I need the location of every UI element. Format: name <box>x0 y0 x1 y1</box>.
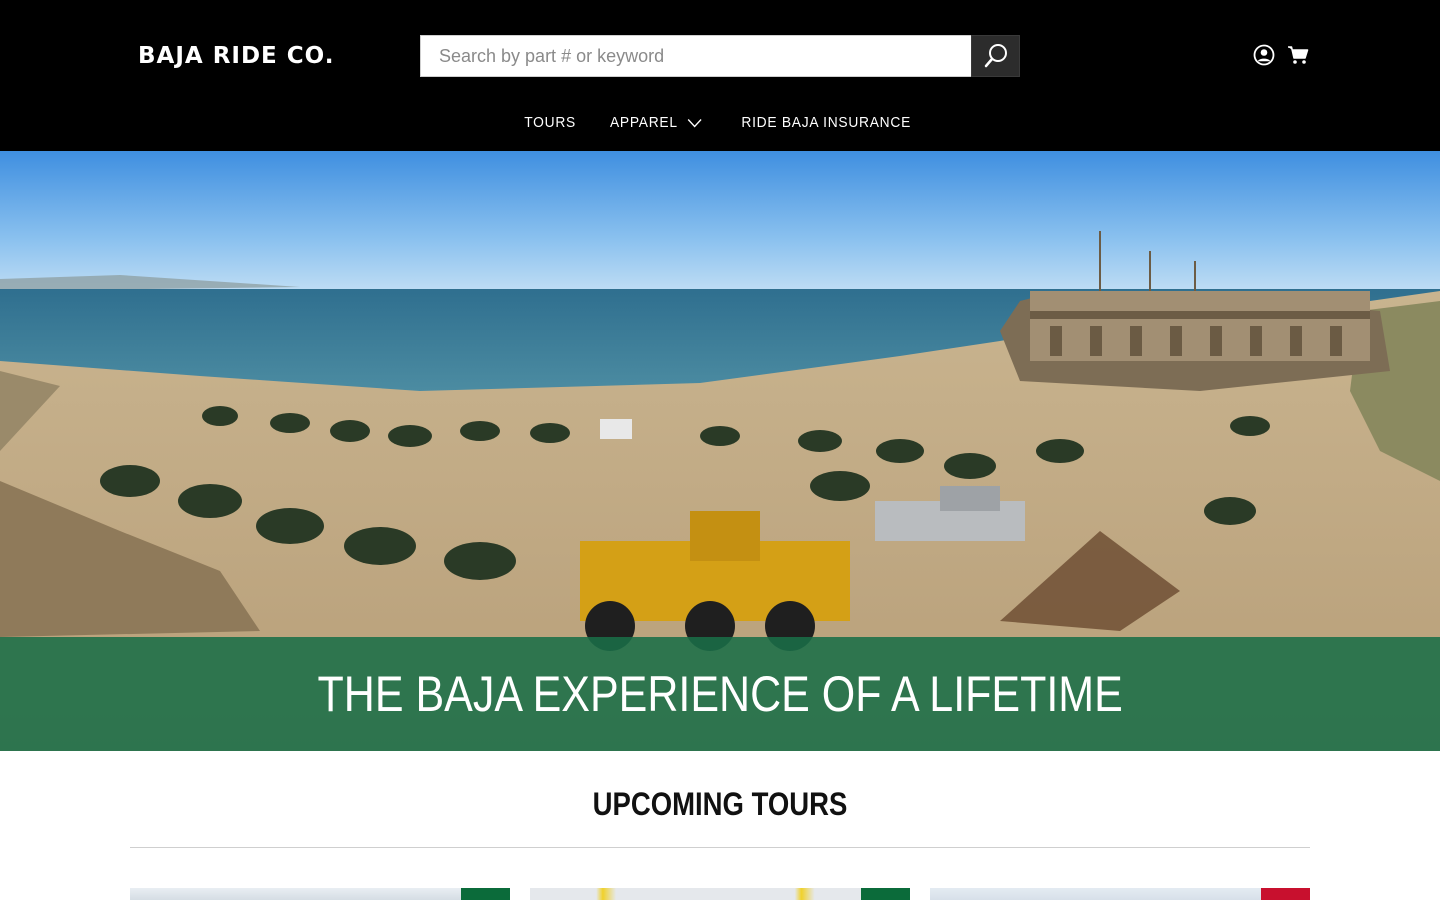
nav-item-label: APPAREL <box>610 114 678 131</box>
site-header: BAJA RIDE CO. TOURS <box>0 0 1440 151</box>
tour-card[interactable] <box>930 888 1310 900</box>
nav-item-tours[interactable]: TOURS <box>511 108 588 138</box>
header-icons <box>1252 43 1310 67</box>
logo[interactable]: BAJA RIDE CO. <box>138 42 334 70</box>
nav-item-label: RIDE BAJA INSURANCE <box>741 114 911 131</box>
search-input[interactable] <box>420 35 971 77</box>
section-divider <box>130 847 1310 848</box>
search-icon <box>984 44 1007 68</box>
tour-card[interactable] <box>130 888 510 900</box>
tour-card-flag <box>461 888 510 900</box>
user-circle-icon <box>1253 44 1275 66</box>
tour-card-image <box>130 888 461 900</box>
cart-button[interactable] <box>1286 43 1310 67</box>
tour-card[interactable] <box>530 888 910 900</box>
nav-item-label: TOURS <box>524 114 576 131</box>
tour-card-image <box>930 888 1261 900</box>
hero-title-band: THE BAJA EXPERIENCE OF A LIFETIME <box>0 637 1440 751</box>
search-bar <box>420 35 1020 77</box>
hero-banner: THE BAJA EXPERIENCE OF A LIFETIME <box>0 151 1440 751</box>
section-title: UPCOMING TOURS <box>592 786 848 822</box>
search-button[interactable] <box>971 35 1020 77</box>
chevron-down-icon <box>687 118 702 128</box>
tour-cards <box>130 888 1310 900</box>
nav-item-ride-baja-insurance[interactable]: RIDE BAJA INSURANCE <box>728 108 923 138</box>
nav-item-apparel[interactable]: APPAREL <box>597 108 714 138</box>
main-nav: TOURS APPAREL RIDE BAJA INSURANCE <box>0 108 1440 138</box>
tour-card-flag <box>1261 888 1310 900</box>
cart-icon <box>1288 46 1309 64</box>
tour-card-flag <box>861 888 910 900</box>
tour-card-image <box>530 888 861 900</box>
account-button[interactable] <box>1252 43 1276 67</box>
hero-title: THE BAJA EXPERIENCE OF A LIFETIME <box>317 666 1123 722</box>
